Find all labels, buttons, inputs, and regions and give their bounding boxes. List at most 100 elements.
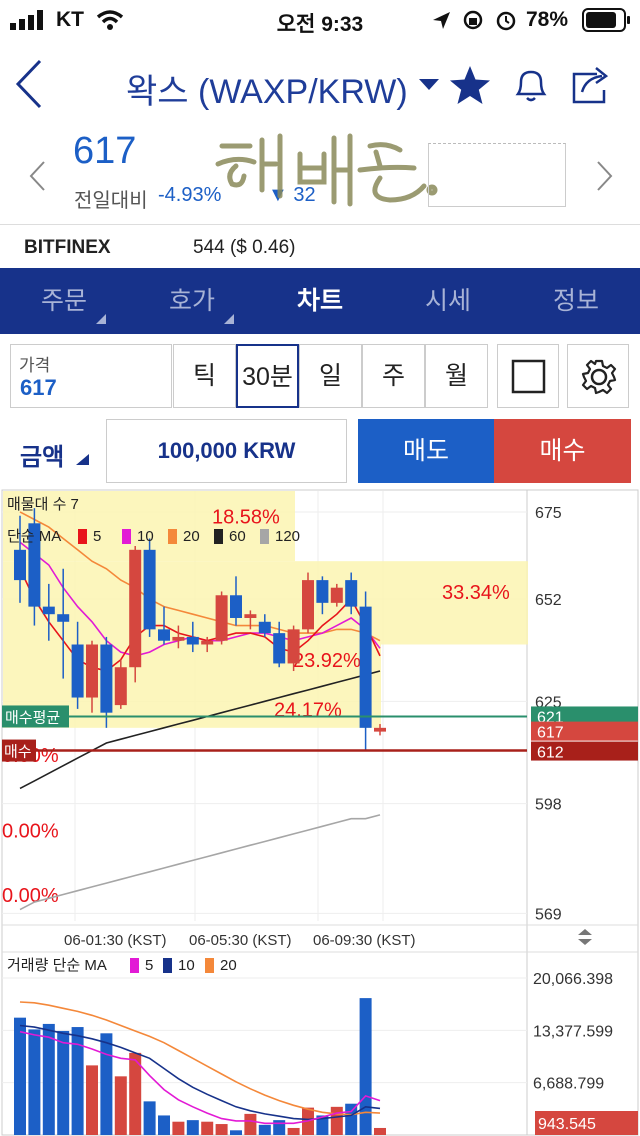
tab-info[interactable]: 정보 (512, 268, 640, 334)
volume-bar (258, 1124, 271, 1135)
candle (359, 606, 372, 728)
interval-week-button[interactable]: 주 (362, 344, 425, 408)
volume-legend-period: 20 (220, 957, 237, 974)
candle (273, 633, 286, 664)
x-tick-label: 06-09:30 (KST) (313, 932, 416, 949)
ma-legend-label: 단순 MA (7, 528, 61, 545)
candle (374, 727, 386, 732)
ma-legend-period: 5 (93, 528, 101, 545)
battery-icon (582, 8, 630, 32)
price-field-value: 617 (20, 375, 57, 400)
volume-current-value: 943.545 (538, 1116, 596, 1133)
next-coin-icon[interactable] (594, 160, 614, 192)
main-tabs: 주문 호가 차트 시세 정보 (0, 268, 640, 334)
volume-bar (330, 1106, 343, 1135)
price-field[interactable]: 가격 617 (10, 344, 172, 408)
y-tick-label: 652 (535, 592, 562, 609)
buy-tag-label: 매수 (4, 744, 32, 761)
buy-button[interactable]: 매수 (494, 419, 631, 483)
candle (230, 595, 242, 618)
volume-bar (42, 1023, 55, 1135)
volume-legend-period: 10 (178, 957, 195, 974)
interval-month-button[interactable]: 월 (425, 344, 488, 408)
price-chart[interactable]: 18.58%33.34%23.92%24.17%0.00%0.00%0.00% … (0, 489, 640, 1136)
volume-profile-percent: 24.17% (274, 699, 342, 721)
volume-profile-percent: 0.00% (2, 821, 59, 843)
x-tick-label: 06-05:30 (KST) (189, 932, 292, 949)
candle (215, 595, 228, 641)
compare-coin-box[interactable] (428, 143, 566, 207)
amount-type-label[interactable]: 금액 (20, 437, 64, 472)
tab-orderbook[interactable]: 호가 (128, 268, 256, 334)
volume-profile-title: 매물대 수 7 (7, 496, 79, 513)
fullscreen-button[interactable] (497, 344, 559, 408)
gear-icon (581, 359, 617, 395)
rotation-lock-icon (463, 10, 483, 30)
ma-legend-swatch (78, 529, 87, 544)
candle (287, 629, 300, 664)
amount-input[interactable]: 100,000 KRW (106, 419, 347, 483)
volume-bar (186, 1120, 199, 1135)
candle (201, 640, 214, 645)
volume-bar (287, 1127, 300, 1135)
volume-legend-swatch (205, 958, 214, 973)
candle (57, 614, 70, 622)
tab-order-dropdown-icon (96, 314, 106, 324)
share-icon[interactable] (570, 64, 612, 106)
y-tick-label: 569 (535, 906, 562, 923)
candle (258, 621, 271, 634)
volume-legend-label: 거래량 단순 MA (7, 957, 107, 974)
candle (86, 644, 98, 698)
candle (114, 667, 127, 706)
volume-legend-period: 5 (145, 957, 153, 974)
interval-day-button[interactable]: 일 (299, 344, 362, 408)
volume-y-tick-label: 20,066.398 (533, 971, 613, 988)
candle (42, 606, 55, 615)
ma-legend-period: 120 (275, 528, 300, 545)
alarm-icon (496, 11, 516, 31)
interval-30min-button[interactable]: 30분 (236, 344, 299, 408)
status-bar: KT 오전 9:33 78% (0, 0, 640, 40)
ma-legend-swatch (214, 529, 223, 544)
favorite-star-icon[interactable] (448, 64, 492, 106)
exchange-compare-row: BITFINEX 544 ($ 0.46) (0, 224, 640, 268)
candle (345, 580, 358, 607)
candle (14, 549, 26, 581)
volume-bar (28, 1029, 41, 1135)
ma-legend-period: 20 (183, 528, 200, 545)
candle (143, 549, 156, 630)
tab-market[interactable]: 시세 (384, 268, 512, 334)
volume-bar (345, 1103, 358, 1135)
volume-bar (86, 1065, 98, 1135)
back-icon[interactable] (14, 58, 44, 110)
battery-percent: 78% (526, 8, 569, 31)
amount-dropdown-icon[interactable] (76, 454, 90, 466)
buy-price-label: 612 (537, 745, 564, 762)
page-title[interactable]: 왁스 (WAXP/KRW) (126, 64, 408, 113)
prev-coin-icon[interactable] (28, 160, 48, 192)
square-icon (511, 359, 546, 394)
volume-bar (215, 1124, 228, 1135)
x-tick-label: 06-01:30 (KST) (64, 932, 167, 949)
ma-legend-period: 10 (137, 528, 154, 545)
tab-chart[interactable]: 차트 (256, 268, 384, 334)
volume-bar (114, 1076, 127, 1135)
sell-button[interactable]: 매도 (358, 419, 494, 483)
volume-bar (230, 1130, 242, 1135)
exchange-name: BITFINEX (24, 237, 111, 258)
bell-icon[interactable] (510, 64, 552, 106)
tab-orderbook-dropdown-icon (224, 314, 234, 324)
interval-tick-button[interactable]: 틱 (173, 344, 236, 408)
dropdown-icon[interactable] (418, 78, 440, 92)
chart-settings-button[interactable] (567, 344, 629, 408)
tab-order[interactable]: 주문 (0, 268, 128, 334)
volume-bar (172, 1121, 185, 1135)
candle (316, 580, 329, 603)
candle (158, 629, 170, 641)
candle (244, 614, 257, 618)
volume-profile-percent: 23.92% (293, 650, 361, 672)
volume-y-tick-label: 13,377.599 (533, 1023, 613, 1040)
candle (302, 580, 314, 630)
current-price-label: 617 (537, 725, 564, 742)
volume-bar (359, 998, 372, 1135)
